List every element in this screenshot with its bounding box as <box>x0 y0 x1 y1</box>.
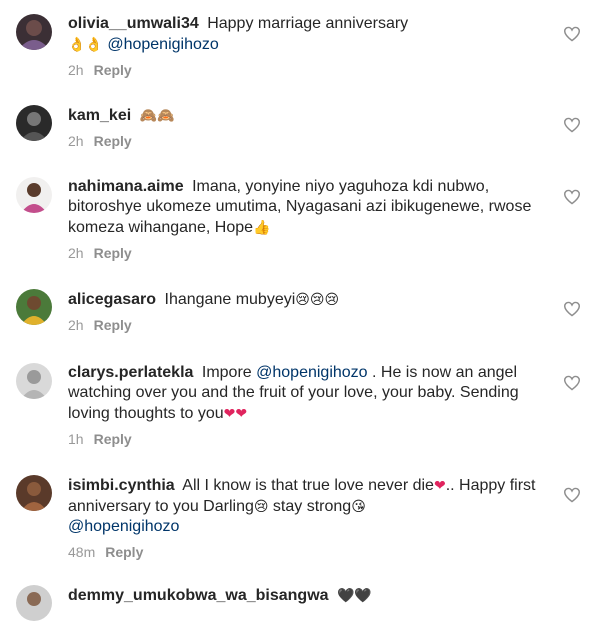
avatar-demmy <box>16 585 52 621</box>
heart-outline-icon[interactable] <box>563 301 581 317</box>
avatar[interactable] <box>16 289 52 325</box>
comment-body: olivia__umwali34 Happy marriage annivers… <box>68 14 548 79</box>
avatar[interactable] <box>16 177 52 213</box>
emoji-text: 🙈🙈 <box>139 107 175 123</box>
avatar[interactable] <box>16 363 52 399</box>
avatar[interactable] <box>16 14 52 50</box>
comment-text-block: alicegasaro Ihangane mubyeyi😢😢😢 <box>68 289 548 310</box>
comment-meta: 2h Reply <box>68 244 548 262</box>
comment-text: Happy marriage anniversary <box>207 15 409 32</box>
timestamp: 2h <box>68 62 84 78</box>
heart-outline-icon[interactable] <box>563 26 581 42</box>
avatar-alice <box>16 289 52 325</box>
avatar[interactable] <box>16 585 52 621</box>
heart-outline-icon[interactable] <box>563 189 581 205</box>
avatar[interactable] <box>16 105 52 141</box>
comment-text-block: demmy_umukobwa_wa_bisangwa 🖤🖤 <box>68 585 548 606</box>
mention-link[interactable]: @hopenigihozo <box>68 518 179 535</box>
username-link[interactable]: isimbi.cynthia <box>68 477 175 494</box>
username-link[interactable]: clarys.perlatekla <box>68 364 193 381</box>
comment-body: isimbi.cynthia All I know is that true l… <box>68 475 548 561</box>
avatar-isimbi <box>16 475 52 511</box>
comment-text: Impore <box>201 364 252 381</box>
comment-body: kam_kei 🙈🙈 2h Reply <box>68 105 548 150</box>
reply-button[interactable]: Reply <box>94 133 132 149</box>
username-link[interactable]: alicegasaro <box>68 291 156 308</box>
comment-text-block: olivia__umwali34 Happy marriage annivers… <box>68 14 548 55</box>
comment-meta: 1h Reply <box>68 430 548 448</box>
comment-text: Ihangane mubyeyi <box>164 291 296 308</box>
comment-text-cont2: stay strong <box>268 498 352 515</box>
comment-text-block: isimbi.cynthia All I know is that true l… <box>68 475 548 537</box>
reply-button[interactable]: Reply <box>94 245 132 261</box>
heart-outline-icon[interactable] <box>563 117 581 133</box>
comment-body: nahimana.aime Imana, yonyine niyo yaguho… <box>68 177 548 262</box>
comment-text-block: nahimana.aime Imana, yonyine niyo yaguho… <box>68 177 548 238</box>
username-link[interactable]: olivia__umwali34 <box>68 15 199 32</box>
emoji-text: 🖤🖤 <box>336 587 372 603</box>
avatar-clarys <box>16 363 52 399</box>
avatar[interactable] <box>16 475 52 511</box>
username-link[interactable]: nahimana.aime <box>68 178 184 195</box>
comment-text: All I know is that true love never die <box>182 477 434 494</box>
comment-meta: 2h Reply <box>68 316 548 334</box>
comment-meta: 2h Reply <box>68 132 548 150</box>
timestamp: 48m <box>68 544 96 560</box>
timestamp: 2h <box>68 317 84 333</box>
comment-body: alicegasaro Ihangane mubyeyi😢😢😢 2h Reply <box>68 289 548 334</box>
username-link[interactable]: kam_kei <box>68 107 131 124</box>
comment-text-block: kam_kei 🙈🙈 <box>68 105 548 126</box>
emoji-cry: 😢 <box>253 498 269 514</box>
avatar-olivia <box>16 14 52 50</box>
timestamp: 1h <box>68 431 84 447</box>
emoji-heart: ❤ <box>433 477 446 493</box>
emoji-text: 👍 <box>253 219 271 235</box>
heart-outline-icon[interactable] <box>563 375 581 391</box>
reply-button[interactable]: Reply <box>105 544 143 560</box>
reply-button[interactable]: Reply <box>94 431 132 447</box>
avatar-kam <box>16 105 52 141</box>
heart-outline-icon[interactable] <box>563 487 581 503</box>
username-link[interactable]: demmy_umukobwa_wa_bisangwa <box>68 587 329 604</box>
comment-text-block: clarys.perlatekla Impore @hopenigihozo .… <box>68 363 548 424</box>
emoji-kiss: 😘 <box>351 498 366 514</box>
mention-link[interactable]: @hopenigihozo <box>107 36 218 53</box>
avatar-nahimana <box>16 177 52 213</box>
comment-body: clarys.perlatekla Impore @hopenigihozo .… <box>68 363 548 448</box>
reply-button[interactable]: Reply <box>94 62 132 78</box>
emoji-text: ❤❤ <box>223 405 248 421</box>
comment-body: demmy_umukobwa_wa_bisangwa 🖤🖤 <box>68 585 548 606</box>
emoji-text: 👌👌 <box>68 36 103 52</box>
timestamp: 2h <box>68 133 84 149</box>
reply-button[interactable]: Reply <box>94 317 132 333</box>
timestamp: 2h <box>68 245 84 261</box>
mention-link[interactable]: @hopenigihozo <box>256 364 367 381</box>
comment-meta: 48m Reply <box>68 543 548 561</box>
emoji-text: 😢😢😢 <box>295 291 340 307</box>
comment-meta: 2h Reply <box>68 61 548 79</box>
